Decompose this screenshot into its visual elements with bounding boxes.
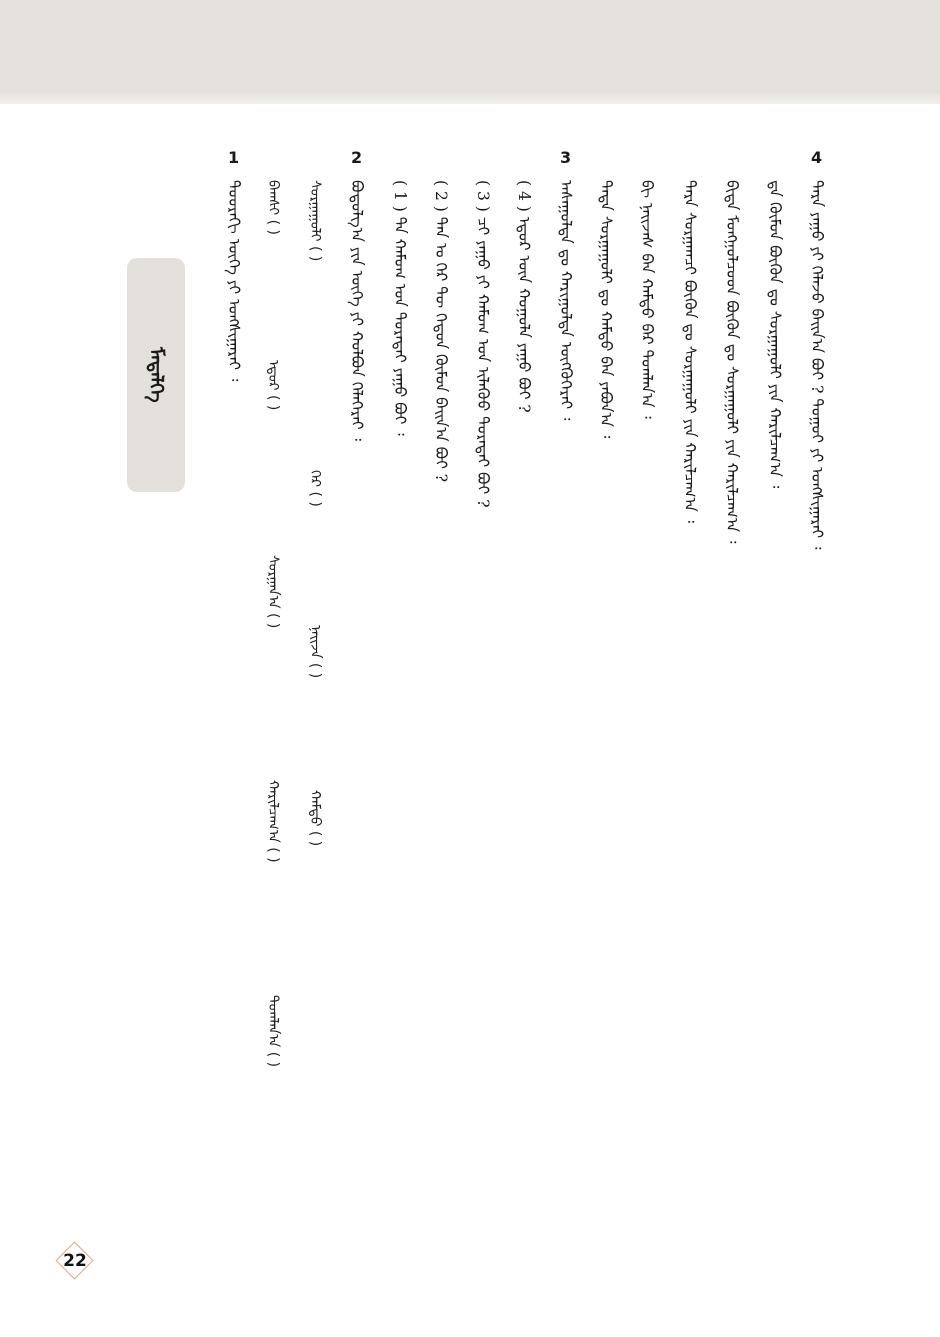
- q4-sentence-1: ᠳᠡ ᠬᠦᠮᠦᠨ ᠪᠦᠬᠦᠨ ᠳᠤ ᠰᠤᠷᠭᠠᠭᠤᠯᠢ ᠶᠢᠨ ᠬᠠᠷᠢᠯᠴᠠᠭ…: [766, 180, 784, 489]
- q1-prompt: ᠳᠣᠣᠷᠠᠬᠢ ᠦᠭᠡ ᠶᠢ ᠤᠩᠰᠢᠭᠠᠷᠠᠢ ᠄: [225, 180, 243, 382]
- section-tab: ᠮᠡᠳᠡᠯᠭᠡ: [127, 258, 185, 492]
- question-number-1: 1: [228, 148, 240, 167]
- word-blank[interactable]: ᠭᠡᠷ ( ): [306, 470, 324, 507]
- q4-sentence-2: ᠪᠢᠳᠡ ᠮᠣᠩᠭᠣᠯᠴᠤᠳ ᠪᠦᠬᠦᠨ ᠳᠤ ᠰᠤᠷᠭᠠᠭᠤᠯᠢ ᠶᠢᠨ ᠬᠠ…: [723, 180, 741, 544]
- question-number-2: 2: [351, 148, 363, 167]
- q3-item-1: ( 1 ) ᠲᠠ ᠬᠠᠮᠤᠭ ᠤᠨ ᠳᠤᠷᠠᠲᠠᠢ ᠶᠠᠭᠤ ᠪᠤᠢ ᠄: [391, 180, 409, 436]
- q4-sentence-5: ᠲᠡᠳᠡ ᠰᠤᠷᠭᠠᠭᠤᠯᠢ ᠳᠤ ᠬᠠᠮᠲᠤ ᠪᠠᠨ ᠶᠠᠪᠤᠨ᠎ᠠ ᠄: [597, 180, 615, 439]
- question-number-4: 4: [811, 148, 823, 167]
- q3-item-2: ( 2 ) ᠲᠠᠨ ᠤ ᠭᠡᠷ ᠲᠦ ᠬᠡᠳᠦᠨ ᠬᠦᠮᠦᠨ ᠪᠠᠢᠨ᠎ᠠ ᠪᠤ…: [432, 180, 450, 483]
- q3-item-4: ( 4 ) ᠡᠳᠦᠷ ᠦᠨ ᠬᠣᠭᠣᠯᠠ ᠶᠠᠭᠤ ᠪᠤᠢ ?: [515, 180, 533, 413]
- word-blank[interactable]: ᠰᠤᠷᠭᠠᠭᠤᠯᠢ ( ): [306, 180, 324, 261]
- question-number-3: 3: [560, 148, 572, 167]
- word-blank[interactable]: ᠪᠠᠭᠰᠢ ( ): [264, 180, 282, 235]
- header-band: [0, 0, 940, 104]
- q2-prompt: ᠪᠣᠳᠣᠯᠭ᠎ᠠ ᠶᠢᠨ ᠦᠭᠡ ᠶᠢ ᠬᠣᠯᠪᠣᠨ ᠬᠡᠯᠡᠭᠡᠷᠡᠢ ᠄: [348, 180, 366, 441]
- q3-item-3: ( 3 ) ᠴᠢ ᠶᠠᠭᠤ ᠶᠢ ᠬᠠᠮᠤᠭ ᠤᠨ ᠢᠯᠡᠭᠦᠦ ᠳᠤᠷᠠᠲᠠᠢ…: [474, 180, 492, 508]
- q4-sentence-3: ᠲᠡᠷᠡ ᠰᠤᠷᠭᠠᠭᠴᠢ ᠪᠦᠬᠦᠨ ᠳᠤ ᠰᠤᠷᠭᠠᠭᠤᠯᠢ ᠶᠢᠨ ᠬᠠᠷ…: [681, 180, 699, 523]
- section-tab-label: ᠮᠡᠳᠡᠯᠭᠡ: [145, 347, 167, 403]
- word-blank[interactable]: ᠬᠠᠷᠢᠯᠴᠠᠭ᠎ᠠ ( ): [264, 780, 282, 863]
- page-number: 22: [63, 1251, 87, 1271]
- q4-sentence-4: ᠪᠢ ᠨᠠᠢᠵᠠᠰ ᠪᠠᠨ ᠬᠠᠮᠲᠤ ᠪᠡᠷ ᠲᠣᠭᠯᠠᠨ᠎ᠠ ᠄: [638, 180, 656, 419]
- page-number-badge: 22: [55, 1241, 94, 1280]
- q4-prompt: ᠲᠡᠷᠡ ᠶᠠᠭᠤ ᠶᠢ ᠬᠡᠯᠡᠵᠦ ᠪᠠᠢᠨ᠎ᠠ ᠪᠤᠢ ? ᠳᠤᠭᠤᠶ ᠶ…: [808, 180, 826, 550]
- word-blank[interactable]: ᠡᠳᠦᠷ ( ): [264, 360, 282, 410]
- word-blank[interactable]: ᠨᠠᠢᠵᠠ ( ): [306, 625, 324, 678]
- word-blank[interactable]: ᠰᠤᠷᠭᠠᠨ᠎ᠠ ( ): [264, 555, 282, 628]
- word-blank[interactable]: ᠬᠠᠮᠲᠤ ( ): [306, 790, 324, 846]
- word-blank[interactable]: ᠲᠣᠭᠯᠠᠨ᠎ᠠ ( ): [264, 995, 282, 1067]
- q3-prompt: ᠠᠰᠠᠭᠤᠯᠲᠠ ᠳᠤ ᠬᠠᠷᠢᠭᠤᠯᠲᠠ ᠥᠭᠭᠦᠭᠡᠷᠡᠢ ᠄: [557, 180, 575, 421]
